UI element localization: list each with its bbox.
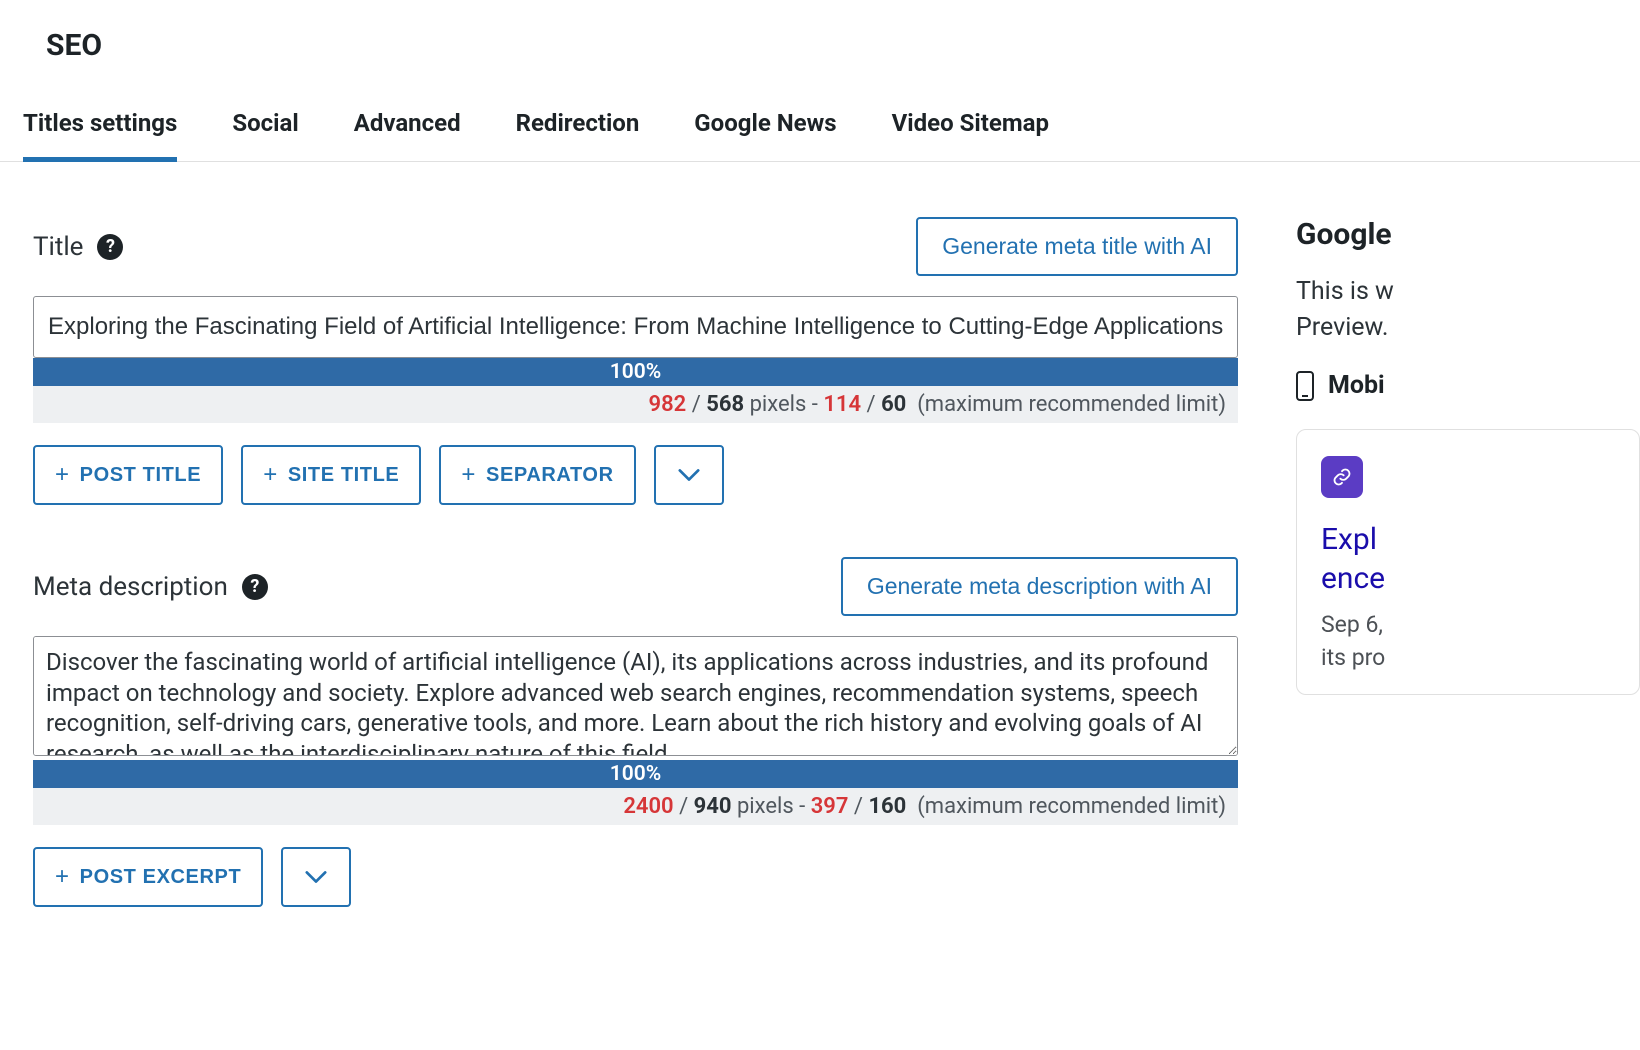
chevron-down-icon bbox=[305, 870, 327, 884]
plus-icon: + bbox=[55, 463, 70, 487]
add-post-excerpt-button[interactable]: + POST EXCERPT bbox=[33, 847, 263, 907]
tab-google-news[interactable]: Google News bbox=[694, 109, 836, 162]
tab-video-sitemap[interactable]: Video Sitemap bbox=[892, 109, 1049, 162]
link-icon bbox=[1332, 467, 1352, 487]
tab-titles-settings[interactable]: Titles settings bbox=[23, 109, 177, 162]
help-icon[interactable]: ? bbox=[97, 234, 123, 260]
title-pixels-max: 568 bbox=[706, 392, 744, 417]
chevron-down-icon bbox=[678, 468, 700, 482]
phone-icon bbox=[1296, 371, 1314, 401]
page-heading: SEO bbox=[0, 0, 1640, 73]
title-chars-max: 60 bbox=[881, 392, 906, 417]
title-counter: 982 / 568 pixels - 114 / 60 (maximum rec… bbox=[33, 386, 1238, 423]
title-pixels-current: 982 bbox=[649, 392, 687, 417]
more-meta-tags-button[interactable] bbox=[281, 847, 351, 907]
plus-icon: + bbox=[461, 463, 476, 487]
meta-counter-suffix: (maximum recommended limit) bbox=[917, 794, 1226, 819]
tabs-bar: Titles settings Social Advanced Redirect… bbox=[0, 73, 1640, 162]
site-favicon bbox=[1321, 456, 1363, 498]
tab-advanced[interactable]: Advanced bbox=[354, 109, 461, 162]
meta-pixels-max: 940 bbox=[694, 794, 732, 819]
google-preview-heading: Google bbox=[1296, 217, 1640, 252]
generate-meta-description-ai-button[interactable]: Generate meta description with AI bbox=[841, 557, 1238, 616]
title-label-text: Title bbox=[33, 232, 83, 262]
mobile-preview-toggle[interactable]: Mobi bbox=[1296, 371, 1640, 401]
google-preview-description: This is w Preview. bbox=[1296, 274, 1640, 347]
generate-meta-title-ai-button[interactable]: Generate meta title with AI bbox=[916, 217, 1238, 276]
tab-redirection[interactable]: Redirection bbox=[516, 109, 640, 162]
add-site-title-button[interactable]: + SITE TITLE bbox=[241, 445, 421, 505]
title-progress-bar: 100% bbox=[33, 358, 1238, 386]
plus-icon: + bbox=[55, 865, 70, 889]
add-post-title-button[interactable]: + POST TITLE bbox=[33, 445, 223, 505]
title-input[interactable] bbox=[33, 296, 1238, 358]
meta-progress-bar: 100% bbox=[33, 760, 1238, 788]
meta-description-input[interactable]: Discover the fascinating world of artifi… bbox=[33, 636, 1238, 756]
tab-social[interactable]: Social bbox=[232, 109, 298, 162]
meta-counter: 2400 / 940 pixels - 397 / 160 (maximum r… bbox=[33, 788, 1238, 825]
title-chars-current: 114 bbox=[823, 392, 861, 417]
title-counter-suffix: (maximum recommended limit) bbox=[917, 392, 1226, 417]
google-preview-card: Expl ence Sep 6, its pro bbox=[1296, 429, 1640, 696]
more-title-tags-button[interactable] bbox=[654, 445, 724, 505]
mobile-label: Mobi bbox=[1328, 371, 1385, 400]
meta-chars-max: 160 bbox=[868, 794, 906, 819]
preview-title: Expl ence bbox=[1321, 520, 1615, 598]
preview-meta: Sep 6, its pro bbox=[1321, 608, 1615, 675]
plus-icon: + bbox=[263, 463, 278, 487]
add-separator-button[interactable]: + SEPARATOR bbox=[439, 445, 635, 505]
help-icon[interactable]: ? bbox=[242, 574, 268, 600]
meta-chars-current: 397 bbox=[811, 794, 849, 819]
meta-pixels-current: 2400 bbox=[623, 794, 673, 819]
title-label: Title ? bbox=[33, 232, 123, 262]
meta-description-label: Meta description ? bbox=[33, 572, 268, 602]
meta-description-label-text: Meta description bbox=[33, 572, 228, 602]
